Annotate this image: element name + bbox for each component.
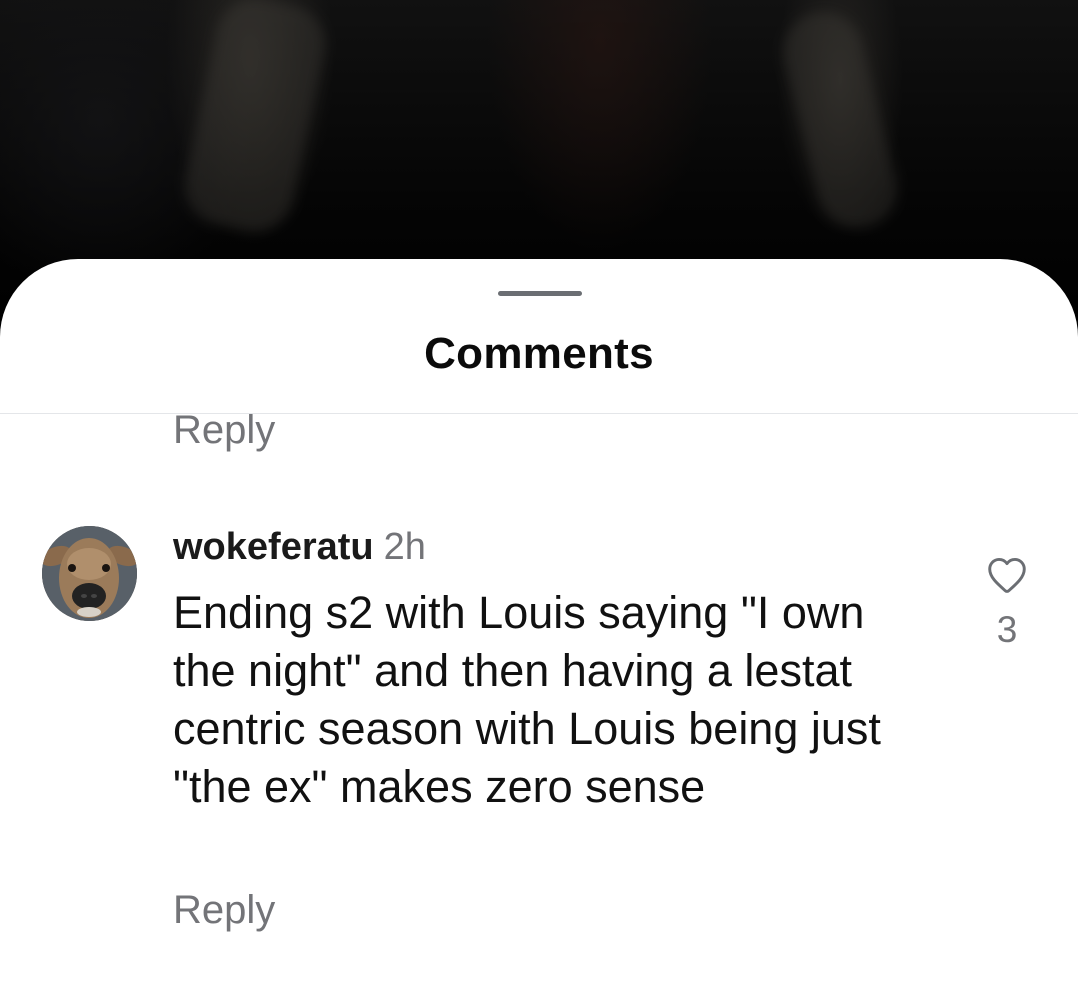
like-button[interactable]: 3 xyxy=(982,556,1032,650)
video-figure-lapel-right xyxy=(774,3,906,237)
like-count: 3 xyxy=(996,609,1018,650)
sheet-title: Comments xyxy=(424,329,654,378)
avatar[interactable] xyxy=(42,526,137,621)
reply-button[interactable]: Reply xyxy=(173,414,275,460)
comment-header: wokeferatu 2h xyxy=(173,522,426,580)
screen: Comments Reply wokeferatu 2h Ending s2 w… xyxy=(0,0,1078,989)
comments-sheet: Comments Reply wokeferatu 2h Ending s2 w… xyxy=(0,259,1078,989)
reply-button[interactable]: Reply xyxy=(173,880,275,940)
comment-text: Ending s2 with Louis saying "I own the n… xyxy=(173,587,881,812)
comment-list[interactable]: Reply wokeferatu 2h Ending s2 with Louis… xyxy=(0,414,1078,989)
video-figure-lapel-left xyxy=(177,0,333,239)
username[interactable]: wokeferatu xyxy=(173,526,374,568)
heart-outline-icon[interactable] xyxy=(986,556,1028,594)
drag-handle[interactable] xyxy=(498,291,582,296)
deer-avatar-icon xyxy=(42,526,137,621)
timestamp: 2h xyxy=(383,526,426,568)
